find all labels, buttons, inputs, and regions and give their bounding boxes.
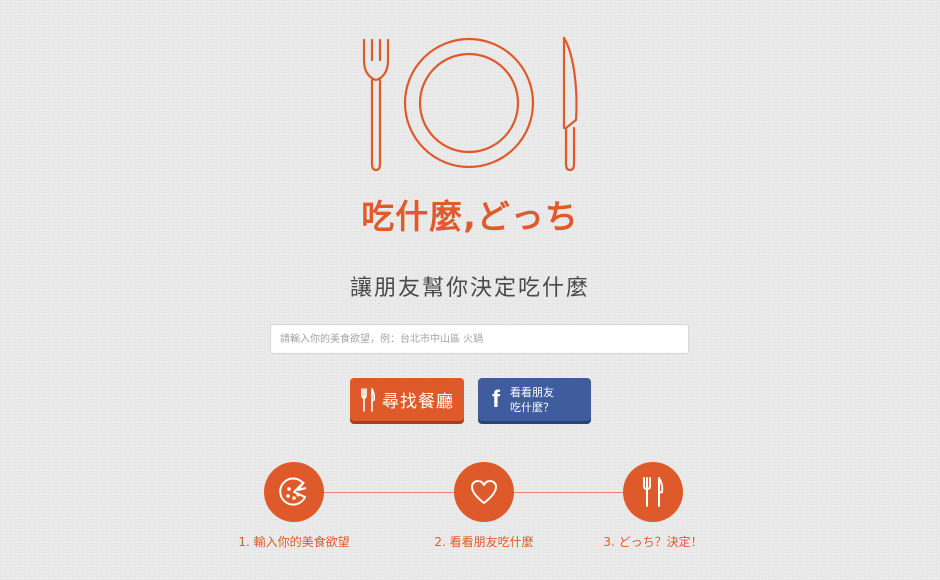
facebook-friends-button[interactable]: f 看看朋友 吃什麼？ — [478, 378, 591, 421]
step-1-label: 1. 輸入你的美食欲望 — [238, 535, 350, 549]
step-2-circle — [454, 462, 514, 522]
pizza-icon — [279, 477, 307, 506]
brand-title: 吃什麼,どっち — [361, 197, 579, 236]
search-input[interactable] — [270, 324, 689, 354]
facebook-icon: f — [492, 385, 500, 413]
plate-fork-knife-icon — [362, 36, 578, 172]
tagline: 讓朋友幫你決定吃什麼 — [349, 276, 590, 301]
step-3-label: 3. どっち？決定！ — [603, 535, 703, 549]
fork-knife-icon — [361, 387, 376, 412]
find-restaurant-button[interactable]: 尋找餐廳 — [350, 378, 464, 421]
facebook-button-line1: 看看朋友 — [510, 385, 554, 399]
facebook-button-line2: 吃什麼？ — [510, 400, 554, 414]
step-1-circle — [264, 462, 324, 522]
step-3-circle — [623, 462, 683, 522]
heart-icon — [471, 480, 497, 504]
find-restaurant-label: 尋找餐廳 — [382, 392, 454, 412]
step-2-label: 2. 看看朋友吃什麼 — [434, 535, 534, 549]
fork-knife-icon — [643, 477, 664, 507]
